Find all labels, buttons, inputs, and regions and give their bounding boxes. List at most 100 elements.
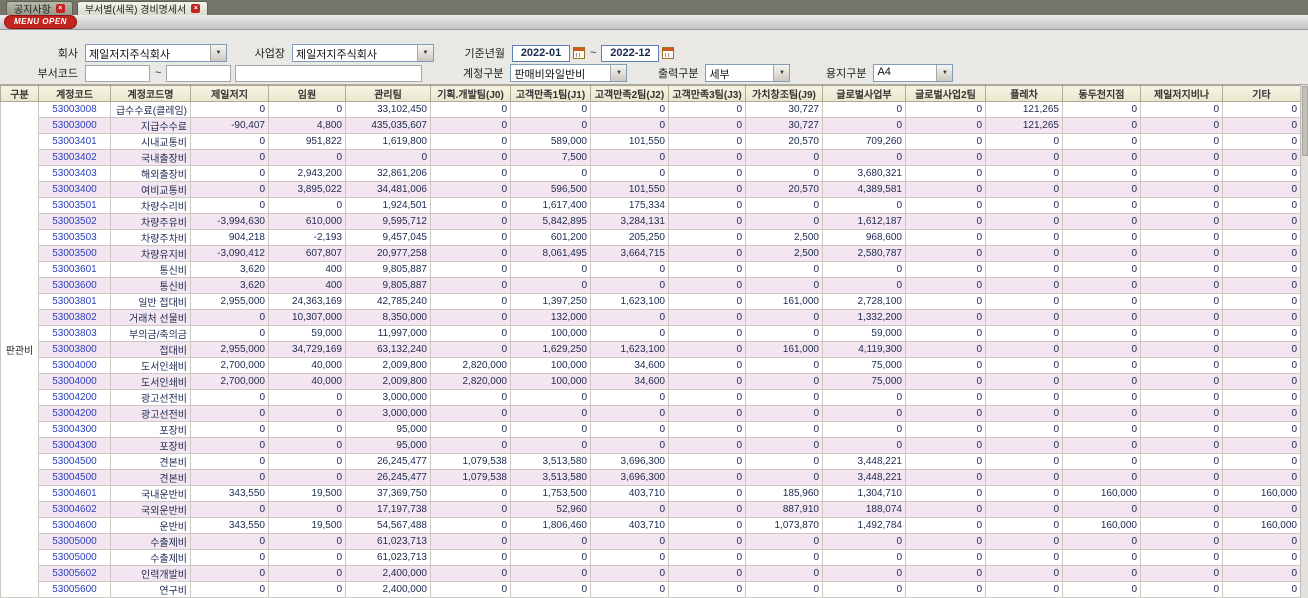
- account-name-cell[interactable]: 국외운반비: [110, 501, 191, 518]
- account-code-cell[interactable]: 53003402: [38, 149, 111, 166]
- account-name-cell[interactable]: 통신비: [110, 261, 191, 278]
- column-header[interactable]: 글로벌사업2팀: [905, 85, 986, 102]
- table-row[interactable]: 53003600 통신비 3,620 400 9,805,887 0 0 0 0 0 0 0 0 0 0 0: [1, 277, 1301, 294]
- column-header[interactable]: 가치창조팀(J9): [745, 85, 823, 102]
- account-code-cell[interactable]: 53003500: [38, 245, 111, 262]
- account-name-cell[interactable]: 도서인쇄비: [110, 357, 191, 374]
- table-row[interactable]: 53003400 여비교통비 0 3,895,022 34,481,006 0 596,50…: [1, 181, 1301, 198]
- account-name-cell[interactable]: 국내출장비: [110, 149, 191, 166]
- table-row[interactable]: 53003503 차량주차비 904,218 -2,193 9,457,045 0 601,…: [1, 229, 1301, 246]
- table-row[interactable]: 53005000 수출제비 0 0 61,023,713 0 0 0 0 0 0 0 0 0 0 0: [1, 533, 1301, 550]
- period-from-input[interactable]: [512, 44, 570, 62]
- calendar-icon[interactable]: [573, 47, 585, 59]
- account-code-cell[interactable]: 53003803: [38, 325, 111, 342]
- period-to-input[interactable]: [601, 44, 660, 62]
- table-row[interactable]: 판관비 53003008 급수수료(클레임) 0 0 33,102,450 0 0 0 0 30,7…: [0, 101, 1301, 598]
- account-name-cell[interactable]: 포장비: [110, 437, 191, 454]
- account-code-cell[interactable]: 53003501: [38, 197, 111, 214]
- table-row[interactable]: 53003501 차량수리비 0 0 1,924,501 0 1,617,400 175,33…: [1, 197, 1301, 214]
- tab-notice[interactable]: 공지사항 ×: [6, 1, 73, 16]
- tab-expense-report[interactable]: 부서별(세목) 경비명세서 ×: [76, 1, 209, 16]
- account-name-cell[interactable]: 수출제비: [110, 533, 191, 550]
- menu-open-button[interactable]: MENU OPEN: [4, 15, 77, 29]
- table-row[interactable]: 53004200 광고선전비 0 0 3,000,000 0 0 0 0 0 0 0 0 0 0 0: [1, 405, 1301, 422]
- account-code-cell[interactable]: 53004000: [38, 373, 111, 390]
- account-name-cell[interactable]: 광고선전비: [110, 405, 191, 422]
- account-name-cell[interactable]: 거래처 선물비: [110, 309, 191, 326]
- table-row[interactable]: 53004300 포장비 0 0 95,000 0 0 0 0 0 0 0 0 0 0 0: [1, 421, 1301, 438]
- column-header[interactable]: 고객만족1팀(J1): [510, 85, 591, 102]
- close-icon[interactable]: ×: [191, 4, 201, 13]
- account-name-cell[interactable]: 도서인쇄비: [110, 373, 191, 390]
- account-name-cell[interactable]: 통신비: [110, 277, 191, 294]
- column-header[interactable]: 기획.개발팀(J0): [430, 85, 511, 102]
- account-name-cell[interactable]: 연구비: [110, 581, 191, 598]
- calendar-icon[interactable]: [662, 47, 675, 59]
- table-row[interactable]: 53004602 국외운반비 0 0 17,197,738 0 52,960 0 0 887,91…: [1, 501, 1301, 518]
- account-name-cell[interactable]: 일반 접대비: [110, 293, 191, 310]
- account-name-cell[interactable]: 견본비: [110, 469, 191, 486]
- account-name-cell[interactable]: 광고선전비: [110, 389, 191, 406]
- column-header[interactable]: 글로벌사업부: [822, 85, 906, 102]
- scrollbar-thumb[interactable]: [1302, 86, 1308, 156]
- table-row[interactable]: 53003401 시내교통비 0 951,822 1,619,800 0 589,000 10…: [1, 133, 1301, 150]
- column-header[interactable]: 임원: [268, 85, 346, 102]
- account-code-cell[interactable]: 53004601: [38, 485, 111, 502]
- account-code-cell[interactable]: 53003502: [38, 213, 111, 230]
- account-code-cell[interactable]: 53004600: [38, 517, 111, 534]
- account-code-cell[interactable]: 53004500: [38, 469, 111, 486]
- table-row[interactable]: 53004000 도서인쇄비 2,700,000 40,000 2,009,800 2,8…: [1, 357, 1301, 374]
- table-row[interactable]: 53003803 부의금/축의금 0 59,000 11,997,000 0 100,000…: [1, 325, 1301, 342]
- table-row[interactable]: 53004300 포장비 0 0 95,000 0 0 0 0 0 0 0 0 0 0 0: [1, 437, 1301, 454]
- account-code-cell[interactable]: 53004500: [38, 453, 111, 470]
- table-row[interactable]: 53003601 통신비 3,620 400 9,805,887 0 0 0 0 0 0 0 0 0 0 0: [1, 261, 1301, 278]
- table-row[interactable]: 53003000 지급수수료 -90,407 4,800 435,035,607 0 0 0 0…: [1, 117, 1301, 134]
- account-code-cell[interactable]: 53003503: [38, 229, 111, 246]
- column-header[interactable]: 구분: [0, 85, 39, 102]
- account-code-cell[interactable]: 53004200: [38, 405, 111, 422]
- column-header[interactable]: 제일저지비나: [1140, 85, 1223, 102]
- paper-type-select[interactable]: A4 ▼: [873, 64, 954, 82]
- company-select[interactable]: 제일저지주식회사 ▼: [85, 44, 227, 62]
- dept-code-to-input[interactable]: [166, 64, 232, 82]
- account-code-cell[interactable]: 53004300: [38, 421, 111, 438]
- account-code-cell[interactable]: 53003800: [38, 341, 111, 358]
- output-type-select[interactable]: 세부 ▼: [705, 64, 791, 82]
- account-code-cell[interactable]: 53003008: [38, 101, 111, 118]
- column-header[interactable]: 고객만족3팀(J3): [668, 85, 746, 102]
- workplace-select[interactable]: 제일저지주식회사 ▼: [292, 44, 434, 62]
- account-code-cell[interactable]: 53005000: [38, 533, 111, 550]
- account-name-cell[interactable]: 수출제비: [110, 549, 191, 566]
- table-row[interactable]: 53003402 국내출장비 0 0 0 0 7,500 0 0 0 0 0 0 0 0 0: [1, 149, 1301, 166]
- table-row[interactable]: 53005000 수출제비 0 0 61,023,713 0 0 0 0 0 0 0 0 0 0 0: [1, 549, 1301, 566]
- account-code-cell[interactable]: 53004000: [38, 357, 111, 374]
- account-code-cell[interactable]: 53003802: [38, 309, 111, 326]
- account-name-cell[interactable]: 차량수리비: [110, 197, 191, 214]
- account-code-cell[interactable]: 53003403: [38, 165, 111, 182]
- table-row[interactable]: 53004500 견본비 0 0 26,245,477 1,079,538 3,513,58…: [1, 453, 1301, 470]
- account-name-cell[interactable]: 차량주차비: [110, 229, 191, 246]
- account-name-cell[interactable]: 인력개발비: [110, 565, 191, 582]
- account-code-cell[interactable]: 53004300: [38, 437, 111, 454]
- table-row[interactable]: 53004000 도서인쇄비 2,700,000 40,000 2,009,800 2,8…: [1, 373, 1301, 390]
- column-header[interactable]: 동두천지점: [1062, 85, 1141, 102]
- table-row[interactable]: 53004600 운반비 343,550 19,500 54,567,488 0 1,806…: [1, 517, 1301, 534]
- vertical-scrollbar[interactable]: [1300, 85, 1308, 598]
- account-name-cell[interactable]: 운반비: [110, 517, 191, 534]
- table-row[interactable]: 53005600 연구비 0 0 2,400,000 0 0 0 0 0 0 0 0 0 0 0: [1, 581, 1301, 598]
- account-name-cell[interactable]: 시내교통비: [110, 133, 191, 150]
- account-name-cell[interactable]: 국내운반비: [110, 485, 191, 502]
- table-row[interactable]: 53003500 차량유지비 -3,090,412 607,807 20,977,258…: [1, 245, 1301, 262]
- account-name-cell[interactable]: 부의금/축의금: [110, 325, 191, 342]
- table-row[interactable]: 53003800 접대비 2,955,000 34,729,169 63,132,240…: [1, 341, 1301, 358]
- close-icon[interactable]: ×: [55, 4, 65, 13]
- table-row[interactable]: 53003802 거래처 선물비 0 10,307,000 8,350,000 0 132,…: [1, 309, 1301, 326]
- table-row[interactable]: 53003502 차량주유비 -3,994,630 610,000 9,595,712 0…: [1, 213, 1301, 230]
- column-header[interactable]: 플레차: [985, 85, 1063, 102]
- account-code-cell[interactable]: 53003000: [38, 117, 111, 134]
- dept-name-input[interactable]: [235, 64, 423, 82]
- dept-code-from-input[interactable]: [85, 64, 150, 82]
- account-name-cell[interactable]: 지급수수료: [110, 117, 191, 134]
- account-name-cell[interactable]: 해외출장비: [110, 165, 191, 182]
- account-name-cell[interactable]: 차량주유비: [110, 213, 191, 230]
